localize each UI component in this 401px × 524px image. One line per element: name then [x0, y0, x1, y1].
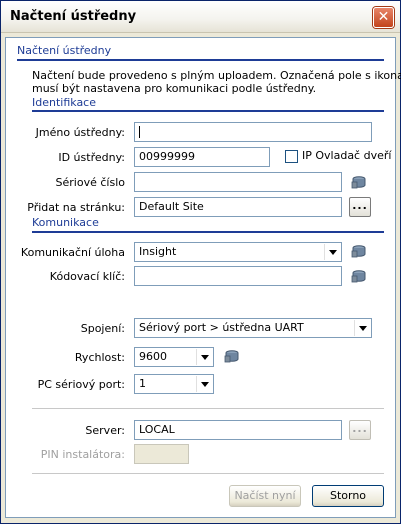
connection-select[interactable]: Sériový port > ústředna UART [134, 318, 372, 338]
window-title: Načtení ústředny [10, 9, 137, 24]
database-icon [351, 245, 366, 258]
footer-separator [32, 473, 384, 474]
chevron-down-icon[interactable] [354, 320, 370, 336]
pc-serial-port-select[interactable]: 1 [134, 374, 214, 394]
database-icon [351, 176, 366, 189]
title-bar[interactable]: Načtení ústředny ✕ [1, 1, 400, 33]
encryption-key-input[interactable] [134, 266, 342, 286]
load-now-button[interactable]: Načíst nyní [229, 485, 301, 507]
text-caret [139, 126, 140, 138]
section-separator [32, 408, 384, 409]
serial-number-label: Sériové číslo [55, 176, 125, 189]
installer-pin-input[interactable] [134, 444, 189, 464]
dialog-body: Načtení ústředny Načtení bude provedeno … [5, 37, 401, 518]
connection-label: Spojení: [80, 322, 125, 335]
database-icon [224, 350, 239, 363]
chevron-down-icon[interactable] [324, 244, 340, 260]
ip-door-controller-label: IP Ovladač dveří [302, 149, 392, 162]
server-browse-button[interactable]: ... [349, 420, 371, 440]
baud-rate-select[interactable]: 9600 [134, 347, 214, 367]
serial-number-input[interactable] [134, 172, 342, 192]
controller-name-label: Jméno ústředny: [35, 126, 125, 139]
identification-divider [32, 110, 384, 112]
communication-task-label: Komunikační úloha [20, 246, 125, 259]
server-label: Server: [85, 424, 125, 437]
controller-id-input[interactable]: 00999999 [134, 147, 270, 167]
identification-section-title: Identifikace [32, 96, 96, 109]
communication-task-select[interactable]: Insight [134, 242, 342, 262]
baud-rate-label: Rychlost: [74, 351, 125, 364]
pc-serial-port-value: 1 [139, 377, 146, 390]
controller-name-input[interactable] [134, 122, 372, 142]
description-line-2: musí být nastavena pro komunikaci podle … [32, 82, 317, 95]
dialog-window: Načtení ústředny ✕ Načtení ústředny Načt… [0, 0, 401, 524]
site-browse-button[interactable]: ... [349, 197, 371, 217]
controller-id-label: ID ústředny: [58, 151, 125, 164]
chevron-down-icon[interactable] [196, 376, 212, 392]
cancel-button[interactable]: Storno [312, 485, 384, 507]
communication-task-value: Insight [139, 245, 177, 258]
encryption-key-label: Kódovací klíč: [49, 270, 125, 283]
header-divider [17, 59, 384, 61]
installer-pin-label: PIN instalátora: [40, 448, 125, 461]
controller-id-value: 00999999 [139, 150, 195, 163]
baud-rate-value: 9600 [139, 350, 167, 363]
database-icon [351, 270, 366, 283]
close-button[interactable]: ✕ [373, 7, 394, 28]
pc-serial-port-label: PC sériový port: [37, 378, 125, 391]
add-to-site-value: Default Site [139, 200, 204, 213]
chevron-down-icon[interactable] [196, 349, 212, 365]
server-value: LOCAL [139, 423, 175, 436]
add-to-site-label: Přidat na stránku: [27, 201, 125, 214]
add-to-site-input[interactable]: Default Site [134, 197, 342, 217]
header-title: Načtení ústředny [17, 44, 112, 57]
communication-divider [32, 231, 384, 233]
ip-door-controller-checkbox[interactable] [285, 150, 298, 163]
communication-section-title: Komunikace [32, 216, 99, 229]
description-line-1: Načtení bude provedeno s plným uploadem.… [32, 69, 401, 82]
close-icon: ✕ [377, 9, 390, 25]
connection-value: Sériový port > ústředna UART [139, 321, 304, 334]
server-input[interactable]: LOCAL [134, 420, 342, 440]
